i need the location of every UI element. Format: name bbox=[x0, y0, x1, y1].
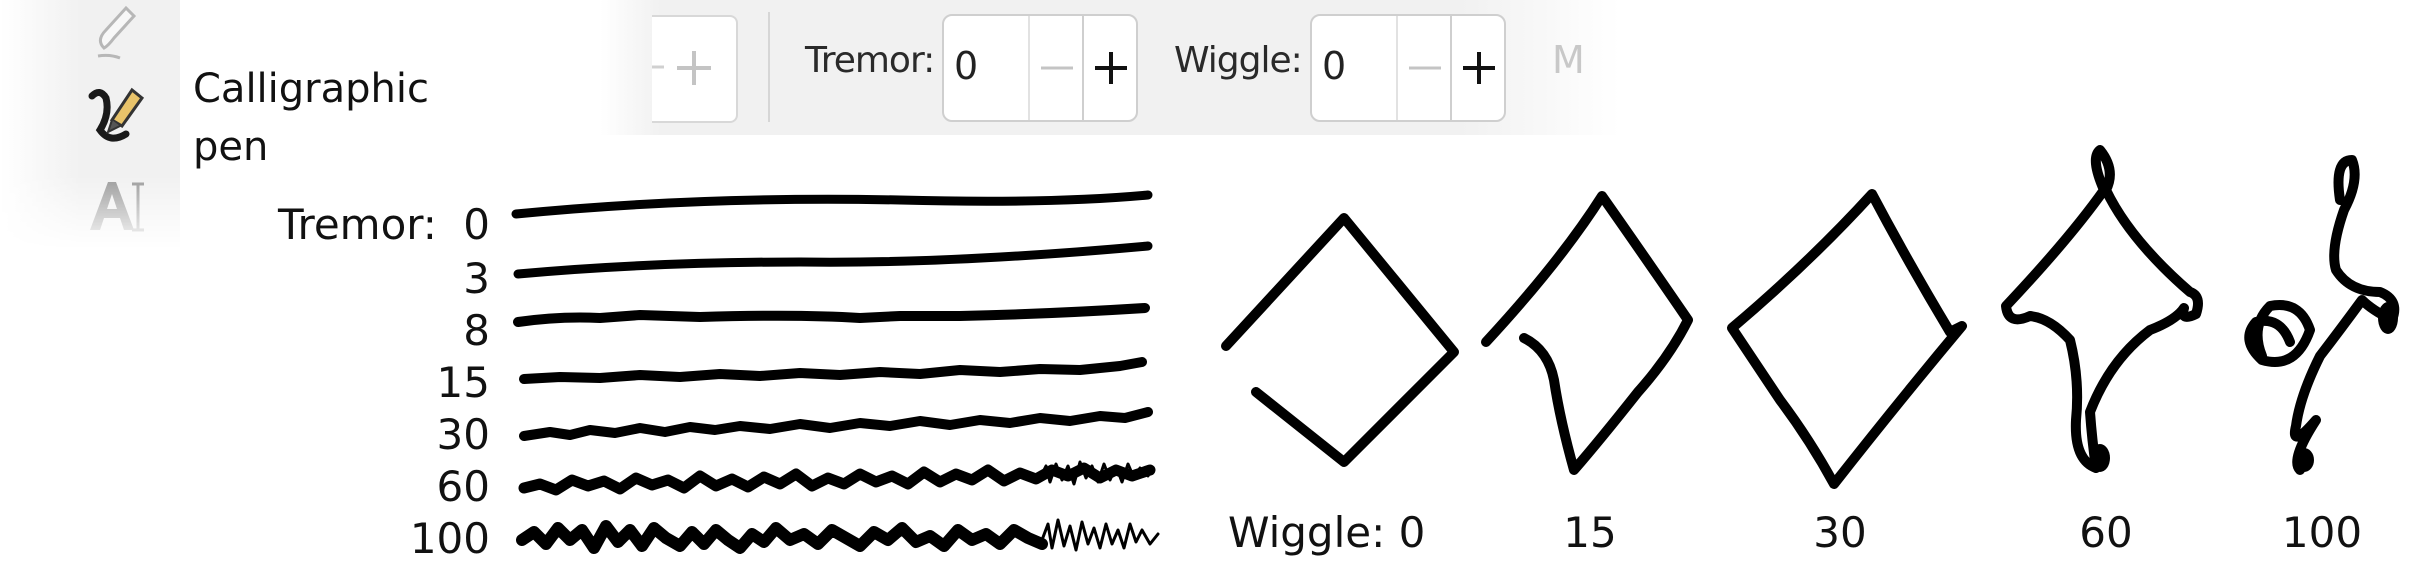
wiggle-stroke-60 bbox=[2001, 145, 2203, 473]
wiggle-stroke-30 bbox=[1727, 189, 1967, 489]
wiggle-stroke-15 bbox=[1481, 191, 1693, 475]
tremor-stroke-0 bbox=[511, 190, 1153, 219]
tremor-stroke-3 bbox=[513, 241, 1153, 279]
tremor-stroke-100 bbox=[516, 520, 1048, 554]
stroke-samples bbox=[511, 145, 2400, 554]
tremor-stroke-60 bbox=[518, 462, 1156, 496]
tremor-stroke-100-fuzz bbox=[1040, 518, 1160, 552]
wiggle-blob bbox=[2090, 444, 2110, 472]
wiggle-blob bbox=[2378, 302, 2398, 334]
tremor-stroke-8 bbox=[513, 303, 1150, 327]
tremor-stroke-30 bbox=[519, 407, 1153, 441]
wiggle-stroke-0 bbox=[1221, 213, 1459, 467]
tremor-stroke-15 bbox=[519, 357, 1147, 384]
wiggle-blob bbox=[2294, 448, 2314, 472]
wiggle-stroke-100 bbox=[2244, 155, 2400, 475]
